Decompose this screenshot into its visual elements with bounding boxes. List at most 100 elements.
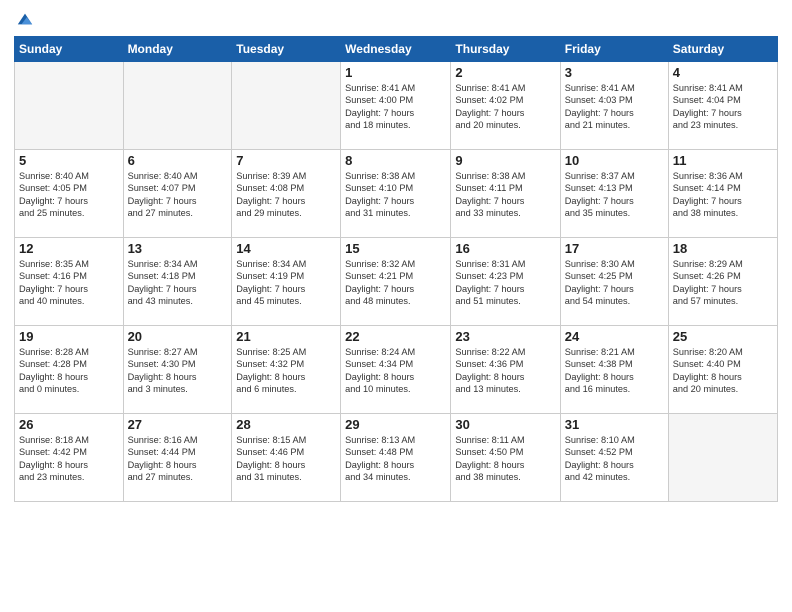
day-number: 31 [565, 417, 664, 432]
day-cell: 8 Sunrise: 8:38 AM Sunset: 4:10 PM Daylig… [341, 150, 451, 238]
day-info: Sunrise: 8:41 AM Sunset: 4:03 PM Dayligh… [565, 82, 664, 132]
day-number: 12 [19, 241, 119, 256]
day-info: Sunrise: 8:25 AM Sunset: 4:32 PM Dayligh… [236, 346, 336, 396]
day-number: 3 [565, 65, 664, 80]
day-number: 29 [345, 417, 446, 432]
day-cell [232, 62, 341, 150]
day-number: 17 [565, 241, 664, 256]
day-cell [123, 62, 232, 150]
day-number: 19 [19, 329, 119, 344]
day-cell: 30 Sunrise: 8:11 AM Sunset: 4:50 PM Dayli… [451, 414, 560, 502]
day-cell [668, 414, 777, 502]
day-cell: 19 Sunrise: 8:28 AM Sunset: 4:28 PM Dayli… [15, 326, 124, 414]
day-info: Sunrise: 8:38 AM Sunset: 4:10 PM Dayligh… [345, 170, 446, 220]
day-info: Sunrise: 8:18 AM Sunset: 4:42 PM Dayligh… [19, 434, 119, 484]
day-info: Sunrise: 8:39 AM Sunset: 4:08 PM Dayligh… [236, 170, 336, 220]
day-number: 11 [673, 153, 773, 168]
day-number: 28 [236, 417, 336, 432]
day-number: 7 [236, 153, 336, 168]
day-info: Sunrise: 8:36 AM Sunset: 4:14 PM Dayligh… [673, 170, 773, 220]
col-header-wednesday: Wednesday [341, 37, 451, 62]
day-cell: 22 Sunrise: 8:24 AM Sunset: 4:34 PM Dayli… [341, 326, 451, 414]
day-number: 14 [236, 241, 336, 256]
day-info: Sunrise: 8:35 AM Sunset: 4:16 PM Dayligh… [19, 258, 119, 308]
day-number: 30 [455, 417, 555, 432]
day-number: 8 [345, 153, 446, 168]
day-number: 2 [455, 65, 555, 80]
day-cell: 26Sunrise: 8:18 AM Sunset: 4:42 PM Dayli… [15, 414, 124, 502]
col-header-tuesday: Tuesday [232, 37, 341, 62]
col-header-friday: Friday [560, 37, 668, 62]
day-number: 13 [128, 241, 228, 256]
day-info: Sunrise: 8:15 AM Sunset: 4:46 PM Dayligh… [236, 434, 336, 484]
day-info: Sunrise: 8:22 AM Sunset: 4:36 PM Dayligh… [455, 346, 555, 396]
day-cell: 15Sunrise: 8:32 AM Sunset: 4:21 PM Dayli… [341, 238, 451, 326]
day-cell: 6 Sunrise: 8:40 AM Sunset: 4:07 PM Daylig… [123, 150, 232, 238]
day-number: 21 [236, 329, 336, 344]
week-row-3: 19 Sunrise: 8:28 AM Sunset: 4:28 PM Dayli… [15, 326, 778, 414]
col-header-monday: Monday [123, 37, 232, 62]
day-info: Sunrise: 8:20 AM Sunset: 4:40 PM Dayligh… [673, 346, 773, 396]
day-number: 1 [345, 65, 446, 80]
page-container: SundayMondayTuesdayWednesdayThursdayFrid… [0, 0, 792, 612]
day-number: 5 [19, 153, 119, 168]
day-number: 4 [673, 65, 773, 80]
day-cell: 25 Sunrise: 8:20 AM Sunset: 4:40 PM Dayli… [668, 326, 777, 414]
week-row-2: 12 Sunrise: 8:35 AM Sunset: 4:16 PM Dayli… [15, 238, 778, 326]
day-cell: 16Sunrise: 8:31 AM Sunset: 4:23 PM Dayli… [451, 238, 560, 326]
day-cell: 27Sunrise: 8:16 AM Sunset: 4:44 PM Dayli… [123, 414, 232, 502]
day-cell: 31 Sunrise: 8:10 AM Sunset: 4:52 PM Dayli… [560, 414, 668, 502]
day-cell: 2 Sunrise: 8:41 AM Sunset: 4:02 PM Daylig… [451, 62, 560, 150]
day-info: Sunrise: 8:21 AM Sunset: 4:38 PM Dayligh… [565, 346, 664, 396]
day-info: Sunrise: 8:16 AM Sunset: 4:44 PM Dayligh… [128, 434, 228, 484]
calendar: SundayMondayTuesdayWednesdayThursdayFrid… [14, 36, 778, 502]
day-cell [15, 62, 124, 150]
day-info: Sunrise: 8:13 AM Sunset: 4:48 PM Dayligh… [345, 434, 446, 484]
day-cell: 1 Sunrise: 8:41 AM Sunset: 4:00 PM Daylig… [341, 62, 451, 150]
day-cell: 14 Sunrise: 8:34 AM Sunset: 4:19 PM Dayli… [232, 238, 341, 326]
day-number: 22 [345, 329, 446, 344]
day-info: Sunrise: 8:34 AM Sunset: 4:19 PM Dayligh… [236, 258, 336, 308]
day-cell: 5 Sunrise: 8:40 AM Sunset: 4:05 PM Daylig… [15, 150, 124, 238]
day-info: Sunrise: 8:11 AM Sunset: 4:50 PM Dayligh… [455, 434, 555, 484]
day-info: Sunrise: 8:32 AM Sunset: 4:21 PM Dayligh… [345, 258, 446, 308]
day-cell: 11 Sunrise: 8:36 AM Sunset: 4:14 PM Dayli… [668, 150, 777, 238]
day-cell: 18Sunrise: 8:29 AM Sunset: 4:26 PM Dayli… [668, 238, 777, 326]
day-number: 23 [455, 329, 555, 344]
day-info: Sunrise: 8:41 AM Sunset: 4:02 PM Dayligh… [455, 82, 555, 132]
day-info: Sunrise: 8:10 AM Sunset: 4:52 PM Dayligh… [565, 434, 664, 484]
logo-text [14, 10, 34, 28]
day-number: 25 [673, 329, 773, 344]
day-info: Sunrise: 8:28 AM Sunset: 4:28 PM Dayligh… [19, 346, 119, 396]
day-number: 20 [128, 329, 228, 344]
header [14, 10, 778, 28]
day-number: 24 [565, 329, 664, 344]
day-info: Sunrise: 8:34 AM Sunset: 4:18 PM Dayligh… [128, 258, 228, 308]
week-row-0: 1 Sunrise: 8:41 AM Sunset: 4:00 PM Daylig… [15, 62, 778, 150]
col-header-thursday: Thursday [451, 37, 560, 62]
day-cell: 13 Sunrise: 8:34 AM Sunset: 4:18 PM Dayli… [123, 238, 232, 326]
day-cell: 17Sunrise: 8:30 AM Sunset: 4:25 PM Dayli… [560, 238, 668, 326]
day-cell: 10 Sunrise: 8:37 AM Sunset: 4:13 PM Dayli… [560, 150, 668, 238]
day-number: 6 [128, 153, 228, 168]
day-info: Sunrise: 8:41 AM Sunset: 4:00 PM Dayligh… [345, 82, 446, 132]
day-number: 9 [455, 153, 555, 168]
day-info: Sunrise: 8:38 AM Sunset: 4:11 PM Dayligh… [455, 170, 555, 220]
day-cell: 12 Sunrise: 8:35 AM Sunset: 4:16 PM Dayli… [15, 238, 124, 326]
day-cell: 3 Sunrise: 8:41 AM Sunset: 4:03 PM Daylig… [560, 62, 668, 150]
col-header-sunday: Sunday [15, 37, 124, 62]
week-row-4: 26Sunrise: 8:18 AM Sunset: 4:42 PM Dayli… [15, 414, 778, 502]
day-info: Sunrise: 8:31 AM Sunset: 4:23 PM Dayligh… [455, 258, 555, 308]
day-info: Sunrise: 8:40 AM Sunset: 4:07 PM Dayligh… [128, 170, 228, 220]
day-cell: 24 Sunrise: 8:21 AM Sunset: 4:38 PM Dayli… [560, 326, 668, 414]
day-info: Sunrise: 8:24 AM Sunset: 4:34 PM Dayligh… [345, 346, 446, 396]
day-cell: 9 Sunrise: 8:38 AM Sunset: 4:11 PM Daylig… [451, 150, 560, 238]
day-number: 10 [565, 153, 664, 168]
day-info: Sunrise: 8:37 AM Sunset: 4:13 PM Dayligh… [565, 170, 664, 220]
day-cell: 23 Sunrise: 8:22 AM Sunset: 4:36 PM Dayli… [451, 326, 560, 414]
day-cell: 21 Sunrise: 8:25 AM Sunset: 4:32 PM Dayli… [232, 326, 341, 414]
day-info: Sunrise: 8:41 AM Sunset: 4:04 PM Dayligh… [673, 82, 773, 132]
logo-icon [16, 10, 34, 28]
day-number: 18 [673, 241, 773, 256]
day-info: Sunrise: 8:40 AM Sunset: 4:05 PM Dayligh… [19, 170, 119, 220]
